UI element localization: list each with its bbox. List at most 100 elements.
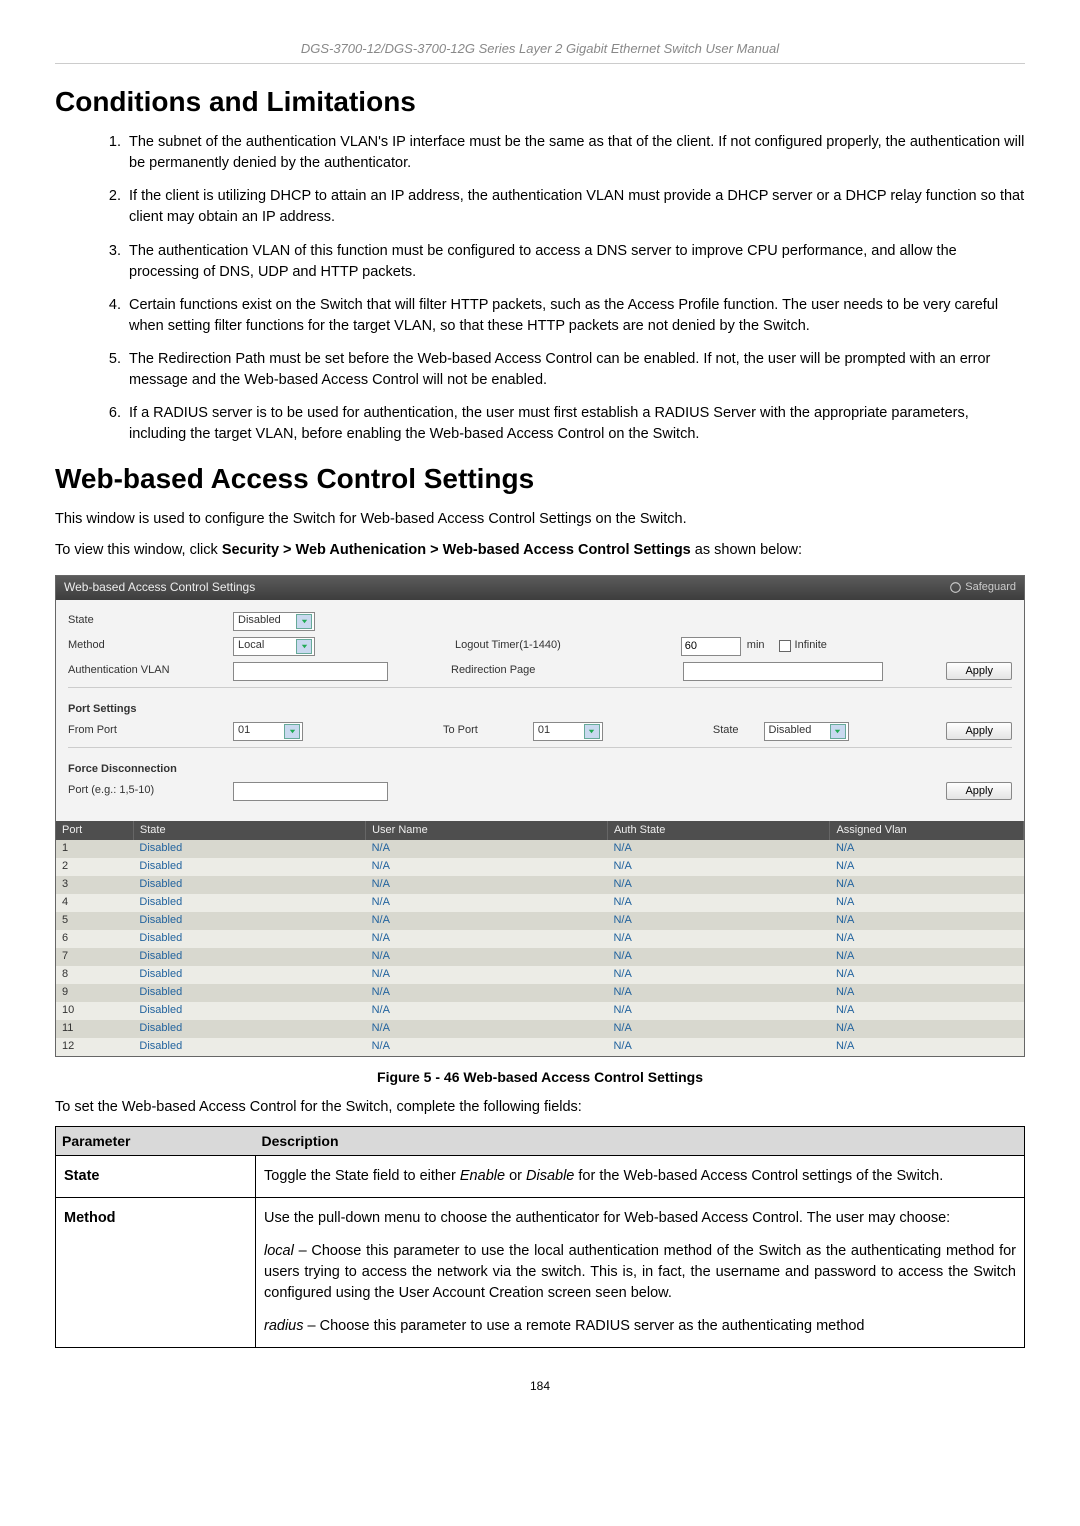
to-port-select[interactable]: 01: [533, 722, 603, 741]
chevron-down-icon: [288, 727, 297, 736]
port-state-select[interactable]: Disabled: [764, 722, 849, 741]
table-cell: 12: [56, 1038, 133, 1056]
panel-title: Web-based Access Control Settings: [64, 579, 255, 596]
table-header: Auth State: [607, 821, 830, 841]
table-cell: N/A: [366, 858, 608, 876]
method-select-value: Local: [238, 638, 264, 654]
table-cell: Disabled: [133, 1002, 365, 1020]
infinite-label: Infinite: [795, 638, 827, 654]
safeguard-label: Safeguard: [965, 580, 1016, 596]
table-cell: Disabled: [133, 894, 365, 912]
page-number: 184: [55, 1378, 1025, 1395]
table-cell: N/A: [607, 1002, 830, 1020]
logout-label: Logout Timer(1-1440): [455, 638, 561, 654]
condition-item: The authentication VLAN of this function…: [125, 241, 1025, 283]
apply-button-ports[interactable]: Apply: [946, 722, 1012, 740]
table-cell: N/A: [607, 858, 830, 876]
port-settings-title: Port Settings: [68, 702, 1012, 718]
desc-text: – Choose this parameter to use a remote …: [304, 1318, 865, 1334]
nav-path: To view this window, click Security > We…: [55, 540, 1025, 561]
condition-item: Certain functions exist on the Switch th…: [125, 295, 1025, 337]
force-port-label: Port (e.g.: 1,5-10): [68, 783, 233, 799]
italic-term: local: [264, 1243, 294, 1259]
italic-term: Disable: [526, 1168, 574, 1184]
auth-vlan-input[interactable]: [233, 662, 388, 681]
figure-caption: Figure 5 - 46 Web-based Access Control S…: [55, 1067, 1025, 1087]
chevron-down-icon: [300, 642, 309, 651]
desc-text: for the Web-based Access Control setting…: [574, 1168, 943, 1184]
table-cell: N/A: [366, 894, 608, 912]
safeguard-badge: Safeguard: [950, 580, 1016, 596]
table-row: 1DisabledN/AN/AN/A: [56, 840, 1024, 858]
table-cell: N/A: [607, 1020, 830, 1038]
table-cell: N/A: [830, 894, 1024, 912]
apply-button-top[interactable]: Apply: [946, 662, 1012, 680]
table-cell: N/A: [607, 948, 830, 966]
redirect-input[interactable]: [683, 662, 883, 681]
table-cell: Disabled: [133, 948, 365, 966]
table-cell: N/A: [366, 930, 608, 948]
heading-wbac: Web-based Access Control Settings: [55, 459, 1025, 500]
table-cell: N/A: [366, 948, 608, 966]
table-header: User Name: [366, 821, 608, 841]
table-row: 11DisabledN/AN/AN/A: [56, 1020, 1024, 1038]
desc-text: Use the pull-down menu to choose the aut…: [264, 1210, 950, 1226]
table-row: 8DisabledN/AN/AN/A: [56, 966, 1024, 984]
from-port-select[interactable]: 01: [233, 722, 303, 741]
intro-text: This window is used to configure the Swi…: [55, 509, 1025, 530]
logout-input[interactable]: [681, 637, 741, 656]
table-cell: 6: [56, 930, 133, 948]
table-cell: N/A: [607, 840, 830, 858]
infinite-checkbox[interactable]: Infinite: [779, 638, 827, 654]
table-cell: N/A: [607, 912, 830, 930]
parameter-table: Parameter Description StateToggle the St…: [55, 1126, 1025, 1348]
desc-text: Toggle the State field to either: [264, 1168, 460, 1184]
force-port-input[interactable]: [233, 782, 388, 801]
italic-term: Enable: [460, 1168, 505, 1184]
table-cell: 4: [56, 894, 133, 912]
table-row: 2DisabledN/AN/AN/A: [56, 858, 1024, 876]
table-row: 12DisabledN/AN/AN/A: [56, 1038, 1024, 1056]
table-cell: N/A: [366, 1002, 608, 1020]
to-port-label: To Port: [443, 723, 478, 739]
port-state-label: State: [713, 723, 739, 739]
table-cell: Disabled: [133, 984, 365, 1002]
condition-item: The Redirection Path must be set before …: [125, 349, 1025, 391]
table-row: 10DisabledN/AN/AN/A: [56, 1002, 1024, 1020]
state-select-value: Disabled: [238, 613, 281, 629]
table-cell: Disabled: [133, 1038, 365, 1056]
table-header: State: [133, 821, 365, 841]
condition-item: If the client is utilizing DHCP to attai…: [125, 186, 1025, 228]
param-row: StateToggle the State field to either En…: [56, 1156, 1025, 1198]
table-cell: N/A: [830, 984, 1024, 1002]
to-port-value: 01: [538, 723, 550, 739]
table-cell: Disabled: [133, 1020, 365, 1038]
table-cell: 8: [56, 966, 133, 984]
table-cell: N/A: [830, 840, 1024, 858]
apply-button-force[interactable]: Apply: [946, 782, 1012, 800]
param-desc: Use the pull-down menu to choose the aut…: [256, 1198, 1025, 1348]
condition-item: If a RADIUS server is to be used for aut…: [125, 403, 1025, 445]
from-port-label: From Port: [68, 723, 233, 739]
table-cell: N/A: [607, 894, 830, 912]
table-cell: N/A: [830, 1020, 1024, 1038]
table-cell: N/A: [830, 966, 1024, 984]
chevron-down-icon: [587, 727, 596, 736]
state-select[interactable]: Disabled: [233, 612, 315, 631]
table-cell: N/A: [607, 966, 830, 984]
table-cell: 9: [56, 984, 133, 1002]
table-header: Port: [56, 821, 133, 841]
table-cell: N/A: [830, 930, 1024, 948]
table-cell: 5: [56, 912, 133, 930]
table-row: 5DisabledN/AN/AN/A: [56, 912, 1024, 930]
table-cell: N/A: [830, 1002, 1024, 1020]
table-row: 9DisabledN/AN/AN/A: [56, 984, 1024, 1002]
table-cell: 1: [56, 840, 133, 858]
navpath-suffix: as shown below:: [695, 542, 802, 558]
method-select[interactable]: Local: [233, 637, 315, 656]
chevron-down-icon: [833, 727, 842, 736]
port-state-value: Disabled: [769, 723, 812, 739]
safeguard-icon: [950, 582, 961, 593]
table-cell: N/A: [366, 840, 608, 858]
table-cell: N/A: [366, 1020, 608, 1038]
